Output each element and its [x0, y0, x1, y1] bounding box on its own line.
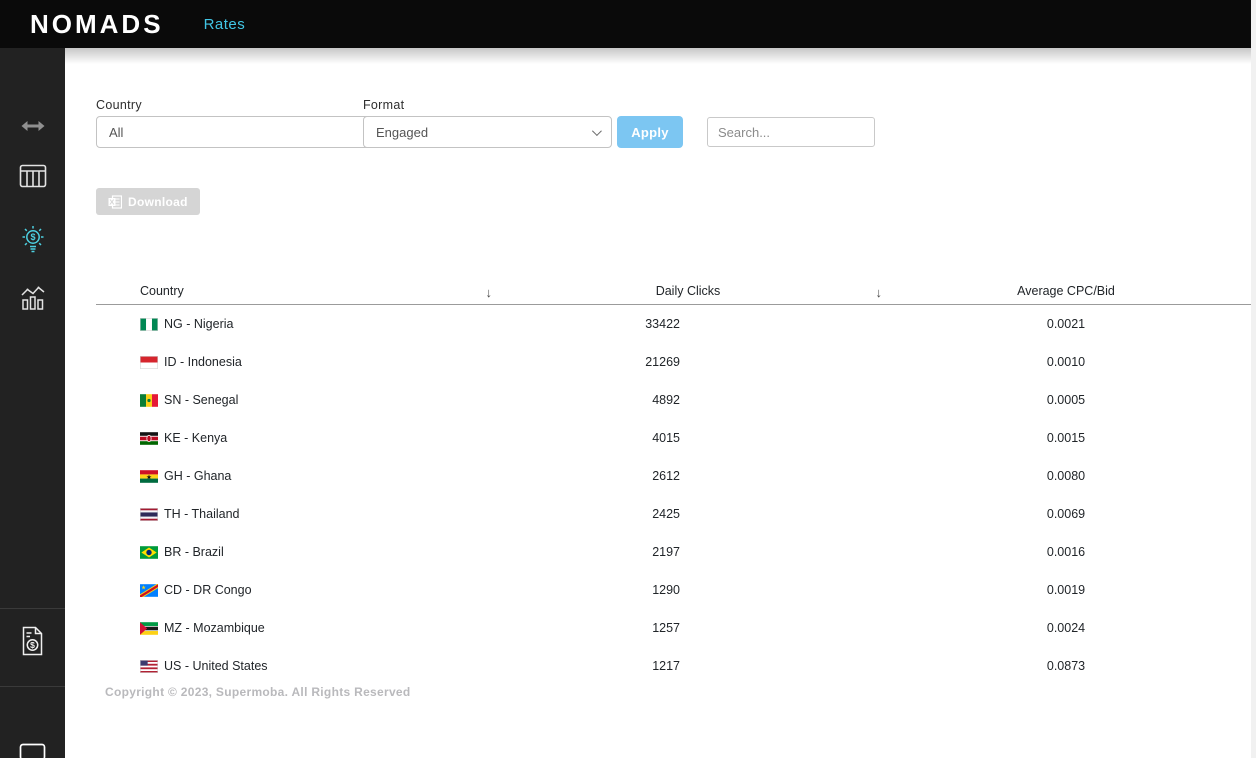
daily-clicks-cell: 1257: [652, 621, 680, 635]
chat-icon[interactable]: [0, 742, 65, 766]
country-flag-icon: [140, 621, 158, 635]
country-flag-icon: [140, 469, 158, 483]
download-button[interactable]: X Download: [96, 188, 200, 215]
table-row: BR - Brazil 2197 0.0016: [96, 533, 1256, 571]
table-row: ID - Indonesia 21269 0.0010: [96, 343, 1256, 381]
country-flag-icon: [140, 393, 158, 407]
avg-cpc-bid-cell: 0.0019: [1046, 583, 1086, 597]
country-cell: GH - Ghana: [140, 469, 500, 483]
svg-text:X: X: [109, 197, 114, 206]
sidebar: $ $: [0, 48, 65, 766]
country-flag-icon: [140, 355, 158, 369]
sidebar-divider: [0, 686, 65, 687]
country-label: BR - Brazil: [164, 545, 224, 559]
excel-file-icon: X: [108, 194, 122, 209]
country-label: KE - Kenya: [164, 431, 228, 445]
avg-cpc-bid-cell: 0.0080: [1046, 469, 1086, 483]
table-row: US - United States 1217 0.0873: [96, 647, 1256, 685]
scrollbar-track[interactable]: [1251, 0, 1256, 758]
country-cell: NG - Nigeria: [140, 317, 500, 331]
download-label: Download: [128, 194, 188, 209]
country-label: SN - Senegal: [164, 393, 239, 407]
table-header-row: Country ↓ Daily Clicks ↓ Average CPC/Bid: [96, 277, 1256, 305]
chevron-down-icon: [591, 125, 602, 136]
daily-clicks-cell: 21269: [645, 355, 680, 369]
rates-table: Country ↓ Daily Clicks ↓ Average CPC/Bid…: [96, 277, 1256, 685]
country-filter-label: Country: [96, 98, 142, 112]
table-row: GH - Ghana 2612 0.0080: [96, 457, 1256, 495]
avg-cpc-bid-cell: 0.0873: [1046, 659, 1086, 673]
column-header-country: Country: [140, 283, 184, 298]
copyright-text: Copyright © 2023, Supermoba. All Rights …: [105, 685, 411, 699]
daily-clicks-cell: 1217: [652, 659, 680, 673]
country-label: CD - DR Congo: [164, 583, 252, 597]
stats-chart-icon[interactable]: [0, 284, 65, 312]
table-body: NG - Nigeria 33422 0.0021 ID - Indonesia 212…: [96, 305, 1256, 685]
column-header-daily-clicks: Daily Clicks: [655, 283, 721, 298]
country-label: GH - Ghana: [164, 469, 232, 483]
apply-button[interactable]: Apply: [617, 116, 683, 148]
country-label: NG - Nigeria: [164, 317, 234, 331]
country-flag-icon: [140, 507, 158, 521]
table-row: MZ - Mozambique 1257 0.0024: [96, 609, 1256, 647]
avg-cpc-bid-cell: 0.0069: [1046, 507, 1086, 521]
country-label: MZ - Mozambique: [164, 621, 265, 635]
country-select[interactable]: All: [96, 116, 390, 148]
country-label: ID - Indonesia: [164, 355, 242, 369]
top-header-bar: NOMADS Rates: [0, 0, 1256, 48]
country-cell: US - United States: [140, 659, 500, 673]
format-select[interactable]: Engaged: [363, 116, 612, 148]
bulb-dollar-icon[interactable]: $: [0, 224, 65, 254]
app-logo: NOMADS: [30, 8, 164, 39]
format-select-value: Engaged: [376, 124, 429, 140]
daily-clicks-cell: 2425: [652, 507, 680, 521]
daily-clicks-cell: 2197: [652, 545, 680, 559]
country-cell: TH - Thailand: [140, 507, 500, 521]
country-flag-icon: [140, 431, 158, 445]
country-flag-icon: [140, 583, 158, 597]
table-row: SN - Senegal 4892 0.0005: [96, 381, 1256, 419]
avg-cpc-bid-cell: 0.0021: [1046, 317, 1086, 331]
main-content: Country All Format Engaged Apply X Downl…: [65, 48, 1256, 758]
daily-clicks-cell: 4892: [652, 393, 680, 407]
country-cell: MZ - Mozambique: [140, 621, 500, 635]
table-columns-icon[interactable]: [0, 164, 65, 189]
country-flag-icon: [140, 659, 158, 673]
sort-descending-icon[interactable]: ↓: [486, 286, 493, 299]
country-cell: BR - Brazil: [140, 545, 500, 559]
sidebar-divider: [0, 608, 65, 609]
table-row: NG - Nigeria 33422 0.0021: [96, 305, 1256, 343]
country-cell: KE - Kenya: [140, 431, 500, 445]
country-flag-icon: [140, 317, 158, 331]
country-cell: SN - Senegal: [140, 393, 500, 407]
avg-cpc-bid-cell: 0.0015: [1046, 431, 1086, 445]
format-filter-label: Format: [363, 98, 405, 112]
country-label: TH - Thailand: [164, 507, 240, 521]
column-header-average-cpc-bid: Average CPC/Bid: [1017, 283, 1115, 298]
avg-cpc-bid-cell: 0.0016: [1046, 545, 1086, 559]
avg-cpc-bid-cell: 0.0005: [1046, 393, 1086, 407]
daily-clicks-cell: 1290: [652, 583, 680, 597]
country-cell: CD - DR Congo: [140, 583, 500, 597]
invoice-dollar-icon[interactable]: $: [0, 626, 65, 656]
search-input[interactable]: [707, 117, 875, 147]
table-row: CD - DR Congo 1290 0.0019: [96, 571, 1256, 609]
daily-clicks-cell: 33422: [645, 317, 680, 331]
svg-text:$: $: [30, 640, 35, 650]
nav-rates[interactable]: Rates: [204, 16, 246, 33]
sort-descending-icon[interactable]: ↓: [876, 286, 883, 299]
resize-horizontal-icon[interactable]: [0, 118, 65, 134]
table-row: TH - Thailand 2425 0.0069: [96, 495, 1256, 533]
country-select-value: All: [109, 124, 124, 140]
country-cell: ID - Indonesia: [140, 355, 500, 369]
daily-clicks-cell: 4015: [652, 431, 680, 445]
svg-text:$: $: [30, 232, 35, 242]
avg-cpc-bid-cell: 0.0024: [1046, 621, 1086, 635]
country-label: US - United States: [164, 659, 268, 673]
country-flag-icon: [140, 545, 158, 559]
daily-clicks-cell: 2612: [652, 469, 680, 483]
table-row: KE - Kenya 4015 0.0015: [96, 419, 1256, 457]
avg-cpc-bid-cell: 0.0010: [1046, 355, 1086, 369]
